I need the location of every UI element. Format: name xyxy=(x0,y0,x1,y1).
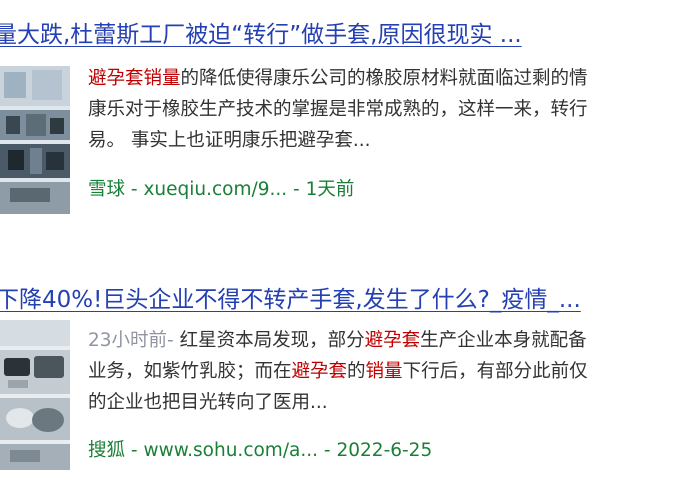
snippet-text: 的 xyxy=(347,361,366,382)
snippet-text: 康乐对于橡胶生产技术的掌握是非常成熟的，这样一来，转行 xyxy=(88,99,588,120)
result-title-link[interactable]: 量大跌,杜蕾斯工厂被迫“转行”做手套,原因很现实 ... xyxy=(0,19,522,51)
snippet-line: 避孕套销量的降低使得康乐公司的橡胶原材料就面临过剩的情 xyxy=(88,63,700,94)
source-site: 雪球 xyxy=(88,179,126,200)
snippet-line: 23小时前- 红星资本局发现，部分避孕套生产企业本身就配备 xyxy=(88,325,700,356)
snippet-text: 生产企业本身就配备 xyxy=(420,330,587,351)
snippet-highlight: 避孕套 xyxy=(291,361,348,382)
result-title-link[interactable]: 下降40%!巨头企业不得不转产手套,发生了什么?_疫情_... xyxy=(0,284,581,316)
result-snippet: 避孕套销量的降低使得康乐公司的橡胶原材料就面临过剩的情 康乐对于橡胶生产技术的掌… xyxy=(88,63,700,156)
source-date: 2022-6-25 xyxy=(336,440,433,461)
snippet-text: 易。 事实上也证明康乐把避孕套... xyxy=(88,130,371,151)
source-separator: - xyxy=(125,440,144,461)
snippet-text: 红星资本局发现，部分 xyxy=(173,330,365,351)
source-url: xueqiu.com/9... xyxy=(143,179,288,200)
glove-photo-icon xyxy=(0,320,70,470)
snippet-highlight: 销量 xyxy=(365,361,403,382)
source-separator: - xyxy=(318,440,337,461)
snippet-line: 易。 事实上也证明康乐把避孕套... xyxy=(88,125,700,156)
snippet-text: 的企业也把目光转向了医用... xyxy=(88,392,328,413)
result-snippet: 23小时前- 红星资本局发现，部分避孕套生产企业本身就配备 业务，如紫竹乳胶；而… xyxy=(88,325,700,418)
snippet-highlight: 避孕套销量 xyxy=(88,68,181,89)
result-thumbnail[interactable] xyxy=(0,66,70,214)
source-site: 搜狐 xyxy=(88,440,126,461)
snippet-text: 的降低使得康乐公司的橡胶原材料就面临过剩的情 xyxy=(180,68,588,89)
result-thumbnail[interactable] xyxy=(0,320,70,470)
result-source[interactable]: 雪球 - xueqiu.com/9... - 1天前 xyxy=(88,176,354,204)
factory-photo-icon xyxy=(0,66,70,214)
result-source[interactable]: 搜狐 - www.sohu.com/a... - 2022-6-25 xyxy=(88,437,432,465)
source-date: 1天前 xyxy=(305,179,355,200)
snippet-highlight: 避孕套 xyxy=(364,330,421,351)
snippet-line: 康乐对于橡胶生产技术的掌握是非常成熟的，这样一来，转行 xyxy=(88,94,700,125)
snippet-text: 业务，如紫竹乳胶；而在 xyxy=(88,361,292,382)
source-separator: - xyxy=(125,179,144,200)
snippet-line: 的企业也把目光转向了医用... xyxy=(88,387,700,418)
snippet-text: 下行后，有部分此前仅 xyxy=(402,361,588,382)
result-time: 23小时前- xyxy=(88,330,174,351)
source-separator: - xyxy=(287,179,306,200)
source-url: www.sohu.com/a... xyxy=(143,440,319,461)
snippet-line: 业务，如紫竹乳胶；而在避孕套的销量下行后，有部分此前仅 xyxy=(88,356,700,387)
